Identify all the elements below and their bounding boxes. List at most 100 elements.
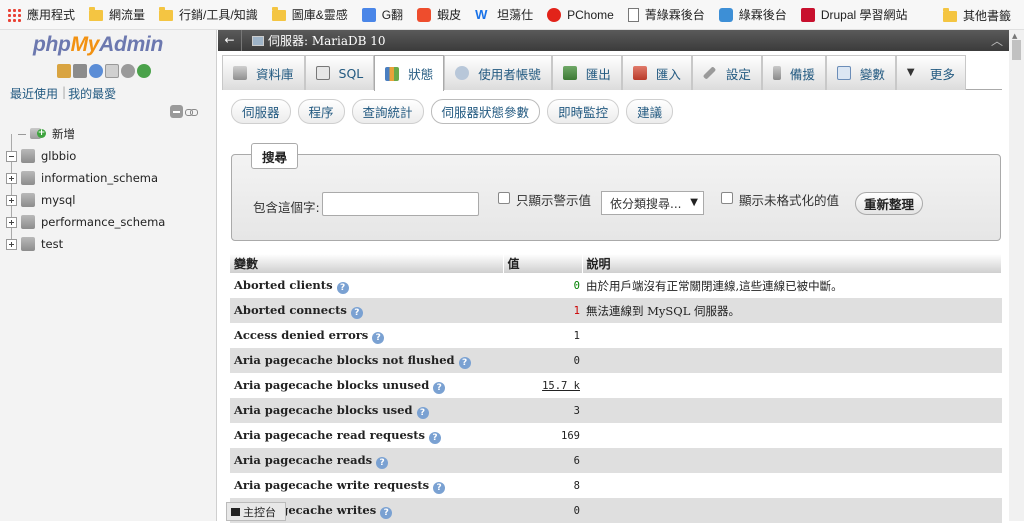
help-icon[interactable] — [89, 64, 103, 78]
docs-icon[interactable] — [105, 64, 119, 78]
tab-more[interactable]: ▼ 更多 — [895, 55, 966, 90]
scroll-thumb[interactable] — [1012, 40, 1021, 60]
tab-sql[interactable]: SQL — [304, 55, 375, 90]
help-icon[interactable]: ? — [336, 281, 349, 294]
tab-databases[interactable]: 資料庫 — [222, 55, 305, 90]
tab-import[interactable]: 匯入 — [621, 55, 692, 90]
tree-item-new[interactable]: 新增 — [6, 123, 211, 145]
server-icon — [252, 35, 264, 46]
help-icon[interactable]: ? — [380, 506, 393, 519]
subtab-query-statistics[interactable]: 查詢統計 — [351, 99, 424, 124]
tab-user-accounts[interactable]: 使用者帳號 — [444, 55, 552, 90]
tab-settings[interactable]: 設定 — [691, 55, 762, 90]
variable-description — [582, 373, 1002, 398]
favorites-link[interactable]: 我的最愛 — [68, 85, 120, 102]
bookmark-label: 菁綠霖後台 — [644, 8, 705, 22]
only-alerts-checkbox[interactable] — [498, 192, 510, 204]
bookmark-w[interactable]: W 坦蕩仕 — [468, 0, 540, 30]
variable-name-cell: Aria pagecache read requests? — [230, 423, 503, 448]
help-icon[interactable]: ? — [458, 356, 471, 369]
collapse-controls — [170, 105, 198, 118]
tab-replication[interactable]: 備援 — [761, 55, 826, 90]
subtab-status-variables[interactable]: 伺服器狀態參數 — [430, 99, 541, 124]
column-header-value[interactable]: 值 — [503, 254, 583, 273]
variable-value[interactable]: 15.7 k — [503, 373, 582, 398]
tab-status[interactable]: 狀態 — [374, 55, 445, 91]
unformatted-values-checkbox[interactable] — [721, 192, 733, 204]
variable-name-cell: Aria pagecache reads? — [230, 448, 503, 473]
bookmark-folder-traffic[interactable]: 網流量 — [82, 0, 152, 30]
expand-icon[interactable] — [6, 238, 17, 250]
chevron-up-icon[interactable]: ︿ — [991, 32, 1003, 49]
subtab-monitor[interactable]: 即時監控 — [547, 99, 620, 124]
subtab-server[interactable]: 伺服器 — [231, 99, 291, 124]
breadcrumb-server[interactable]: 伺服器: MariaDB 10 — [268, 32, 386, 49]
tree-item-test[interactable]: test — [6, 233, 211, 255]
bookmark-shopee[interactable]: 蝦皮 — [410, 0, 468, 30]
logo-admin: Admin — [99, 33, 163, 56]
bookmark-label: 網流量 — [109, 8, 146, 22]
tree-item-mysql[interactable]: mysql — [6, 189, 211, 211]
variable-name: Aborted clients — [234, 277, 333, 292]
help-icon[interactable]: ? — [416, 406, 429, 419]
expand-icon[interactable] — [6, 216, 17, 228]
shopee-icon — [417, 7, 432, 22]
scroll-up-icon[interactable]: ▲ — [1012, 32, 1017, 40]
home-icon[interactable] — [57, 64, 71, 78]
collapse-icon[interactable] — [6, 150, 17, 162]
tab-label: SQL — [338, 65, 364, 81]
expand-icon[interactable] — [6, 172, 17, 184]
table-row: Aborted connects? 1 無法連線到 MySQL 伺服器。 — [230, 298, 1002, 323]
bookmark-admin-1[interactable]: 菁綠霖後台 — [621, 0, 712, 30]
contains-word-input[interactable] — [322, 192, 479, 216]
settings-icon[interactable] — [121, 64, 135, 78]
logout-icon[interactable] — [73, 64, 87, 78]
bookmark-other[interactable]: 其他書籤 — [936, 0, 1018, 30]
bookmark-admin-2[interactable]: 綠霖後台 — [712, 0, 794, 30]
refresh-button[interactable]: 重新整理 — [855, 192, 924, 215]
help-icon[interactable]: ? — [372, 331, 385, 344]
bookmark-label: PChome — [567, 7, 614, 22]
bookmark-folder-gallery[interactable]: 圖庫&靈感 — [265, 0, 355, 30]
back-arrow-icon[interactable]: ← — [218, 30, 242, 51]
bookmark-google-translate[interactable]: G翻 — [355, 0, 410, 30]
tree-item-label: test — [41, 237, 64, 251]
bookmark-apps[interactable]: 應用程式 — [0, 0, 82, 30]
link-with-main-icon[interactable] — [185, 105, 198, 118]
help-icon[interactable]: ? — [350, 306, 363, 319]
column-header-variable[interactable]: 變數 — [230, 254, 504, 273]
bookmark-folder-marketing[interactable]: 行銷/工具/知識 — [152, 0, 265, 30]
console-toggle[interactable]: 主控台 — [226, 502, 286, 521]
variable-description — [582, 398, 1002, 423]
reload-icon[interactable] — [137, 64, 151, 78]
page-scrollbar[interactable]: ▲ — [1009, 30, 1024, 521]
tree-item-performance-schema[interactable]: performance_schema — [6, 211, 211, 233]
expand-icon[interactable] — [6, 194, 17, 206]
tree-item-information-schema[interactable]: information_schema — [6, 167, 211, 189]
wrench-icon — [702, 66, 717, 80]
variables-icon — [836, 66, 851, 80]
tab-export[interactable]: 匯出 — [551, 55, 622, 90]
variable-value: 1 — [503, 323, 582, 348]
help-icon[interactable]: ? — [376, 456, 389, 469]
users-icon — [455, 66, 470, 80]
import-icon — [632, 66, 647, 80]
breadcrumb: ← 伺服器: MariaDB 10 ︿ — [218, 30, 1009, 51]
subtab-advisor[interactable]: 建議 — [626, 99, 674, 124]
collapse-all-icon[interactable] — [170, 105, 183, 118]
bookmark-drupal[interactable]: Drupal 學習網站 — [794, 0, 915, 30]
category-filter-select[interactable]: 依分類搜尋... ▼ — [601, 191, 704, 215]
variable-value: 0 — [503, 273, 582, 298]
tab-variables[interactable]: 變數 — [825, 55, 896, 90]
phpmyadmin-logo[interactable]: phpMyAdmin — [33, 33, 163, 57]
tree-item-label: glbbio — [41, 149, 77, 163]
only-alerts-label: 只顯示警示值 — [516, 193, 592, 208]
tree-item-glbbio[interactable]: glbbio — [6, 145, 211, 167]
help-icon[interactable]: ? — [433, 481, 446, 494]
recent-link[interactable]: 最近使用 — [10, 85, 62, 102]
subtab-processes[interactable]: 程序 — [297, 99, 345, 124]
variable-value: 169 — [503, 423, 582, 448]
bookmark-pchome[interactable]: PChome — [540, 0, 621, 30]
help-icon[interactable]: ? — [433, 381, 446, 394]
help-icon[interactable]: ? — [429, 431, 442, 444]
